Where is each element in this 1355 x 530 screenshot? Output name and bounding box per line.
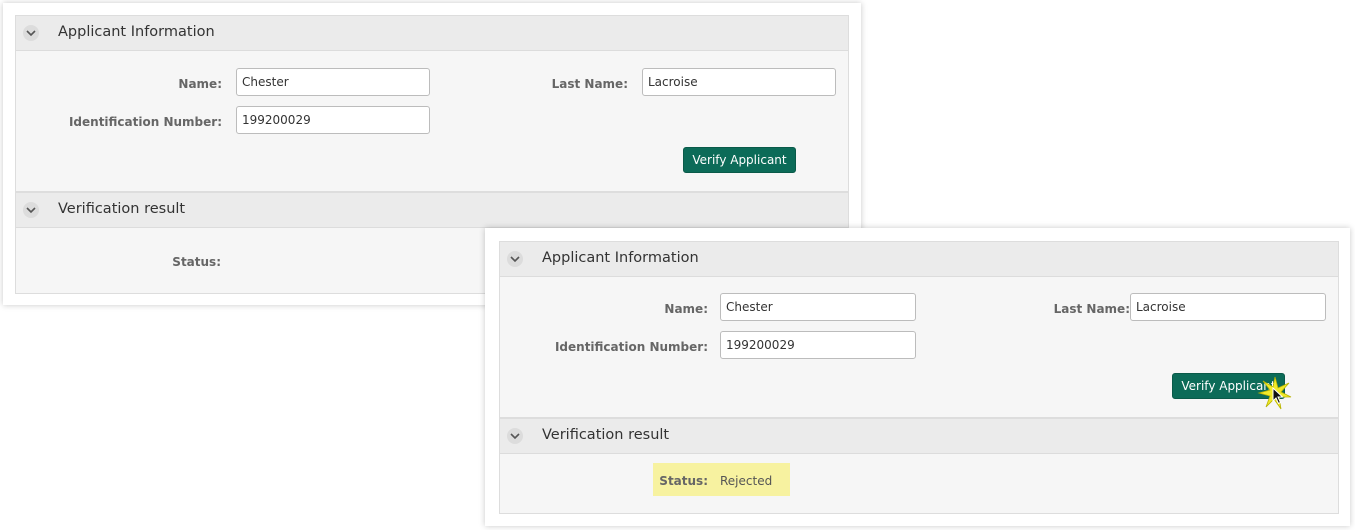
panel-title: Applicant Information xyxy=(542,250,699,266)
verify-applicant-button[interactable]: Verify Applicant xyxy=(683,147,796,173)
status-value: Rejected xyxy=(720,474,773,488)
last-name-input[interactable] xyxy=(1130,293,1326,321)
verification-result-header[interactable]: Verification result xyxy=(16,193,848,228)
status-label: Status: xyxy=(659,474,708,488)
chevron-down-icon[interactable] xyxy=(23,202,39,218)
identification-number-label: Identification Number: xyxy=(68,115,222,129)
identification-number-input[interactable] xyxy=(720,331,916,359)
last-name-label: Last Name: xyxy=(1053,302,1130,316)
applicant-information-panel: Applicant Information Name: Last Name: I… xyxy=(15,15,849,192)
chevron-down-icon[interactable] xyxy=(507,428,523,444)
verification-result-header[interactable]: Verification result xyxy=(500,419,1338,454)
name-label: Name: xyxy=(178,77,222,91)
identification-number-input[interactable] xyxy=(236,106,430,134)
name-input[interactable] xyxy=(720,293,916,321)
panel-title: Verification result xyxy=(58,201,186,217)
applicant-information-header[interactable]: Applicant Information xyxy=(16,16,848,51)
identification-number-label: Identification Number: xyxy=(554,340,708,354)
last-name-input[interactable] xyxy=(642,68,836,96)
screen-after: Applicant Information Name: Last Name: I… xyxy=(485,228,1350,526)
chevron-down-icon[interactable] xyxy=(23,25,39,41)
name-label: Name: xyxy=(664,302,708,316)
status-label: Status: xyxy=(172,255,221,269)
panel-title: Verification result xyxy=(542,427,670,443)
panel-title: Applicant Information xyxy=(58,24,215,40)
chevron-down-icon[interactable] xyxy=(507,251,523,267)
applicant-information-header[interactable]: Applicant Information xyxy=(500,242,1338,277)
name-input[interactable] xyxy=(236,68,430,96)
applicant-information-panel: Applicant Information Name: Last Name: I… xyxy=(499,241,1339,418)
last-name-label: Last Name: xyxy=(551,77,628,91)
verification-result-panel: Verification result Status: Rejected xyxy=(499,418,1339,514)
mouse-pointer-icon xyxy=(1272,386,1284,409)
